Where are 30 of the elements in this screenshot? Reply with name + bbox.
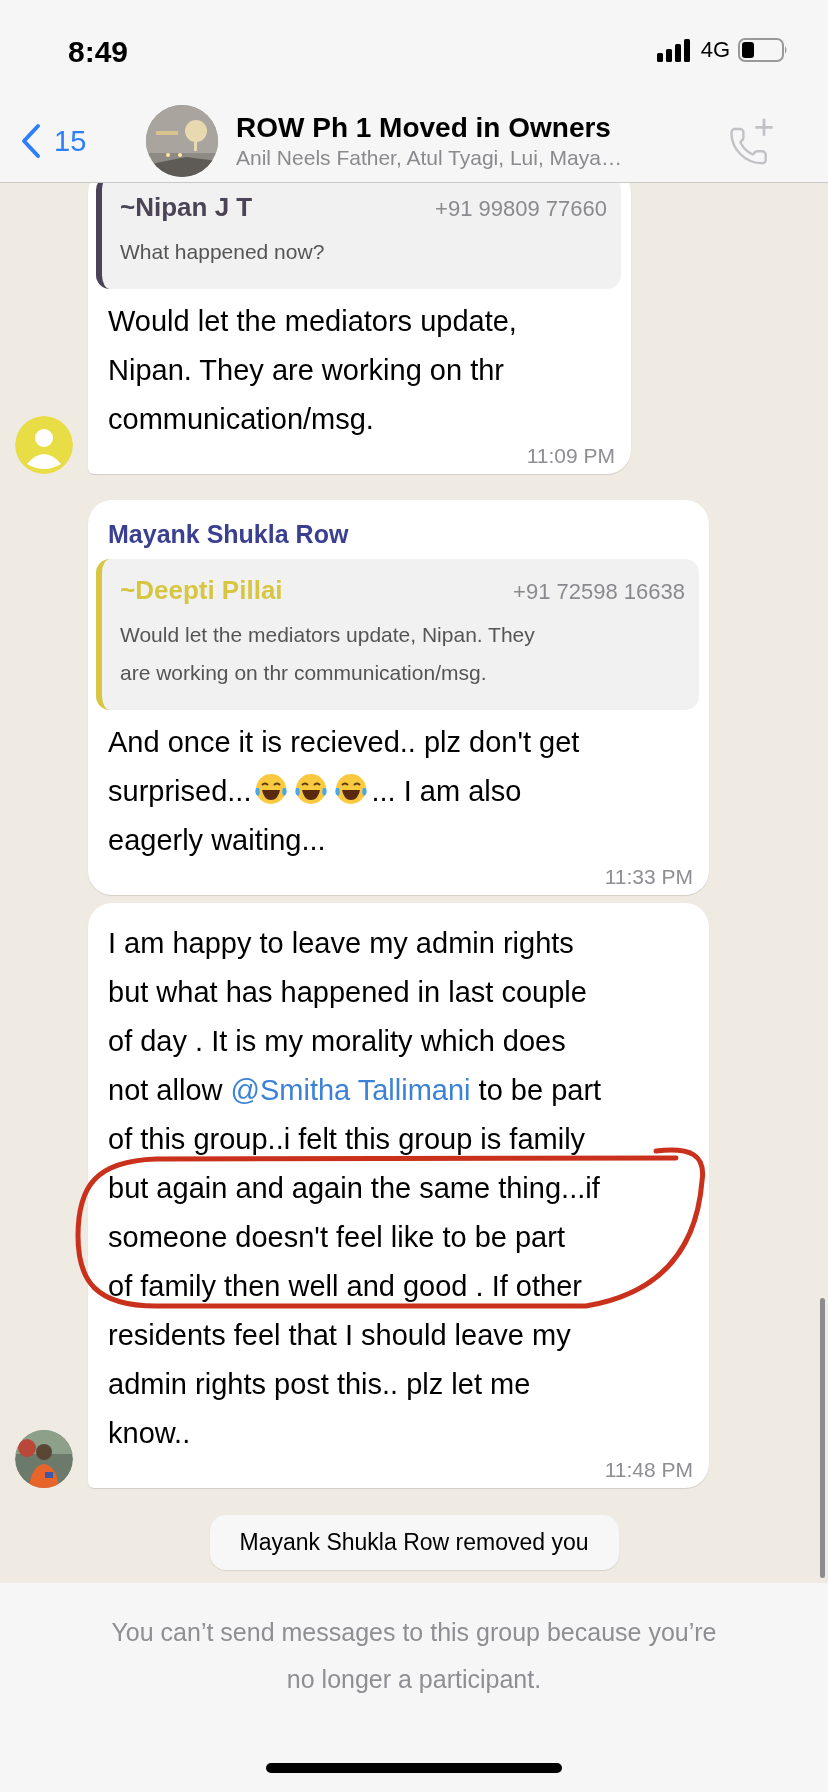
quoted-message[interactable]: ~Deepti Pillai +91 72598 16638 Would let the mediators update, Nipan. They are working on thr communication/msg. [96,559,699,710]
message-text: Would let the mediators update, Nipan. They are working on thr communication/msg. [107,304,518,437]
message-text: I am happy to leave my admin rights but what has happened in last couple of day . It is my morality which does not allow @Smitha Tallimani to be part of this group..i felt this group is family but again and again the same thing...if someone doesn't feel like to be part of family then well and good . If other residents feel that I should leave my admin rights post this.. plz let me know.. [107,926,603,1451]
quoted-phone: +91 72598 16638 [513,579,685,605]
message-time: 11:48 PM [604,1458,694,1482]
signal-icon [656,38,693,62]
laughing-emoji-icon [333,771,370,807]
group-title[interactable]: ROW Ph 1 Moved in Owners [236,112,728,144]
battery-icon [738,38,788,62]
back-chevron-icon [20,123,42,159]
removed-notice: You can’t send messages to this group because you’re no longer a participant. [111,1617,717,1695]
message-text: And once it is recieved.. plz don't get surprised... ... I am also eagerly waiting... [107,725,581,858]
sender-name[interactable]: Mayank Shukla Row [96,508,699,559]
message-bubble[interactable]: ~Nipan J T +91 99809 77660 What happened now? Would let the mediators update, Nipan. They are working on thr communication/msg. 11:09 PM [88,183,631,474]
quoted-author: ~Deepti Pillai [120,575,283,606]
message-time: 11:09 PM [526,444,616,468]
quoted-text: Would let the mediators update, Nipan. They are working on thr communication/msg. [120,622,536,686]
mention-link[interactable]: @Smitha Tallimani [230,1074,471,1106]
laughing-emoji-icon [293,771,330,807]
network-type: 4G [700,37,730,63]
back-button[interactable]: 15 [20,123,140,159]
system-message: Mayank Shukla Row removed you [209,1515,619,1570]
message-time: 11:33 PM [604,865,694,889]
status-time: 8:49 [68,34,129,69]
message-bubble[interactable] [88,500,709,895]
quoted-text: What happened now? [120,239,326,265]
quoted-author: ~Nipan J T [120,192,253,223]
quoted-phone: +91 99809 77660 [435,196,607,222]
quoted-message[interactable]: ~Nipan J T +91 99809 77660 What happened now? [96,183,621,289]
laughing-emoji-icon [253,771,290,807]
